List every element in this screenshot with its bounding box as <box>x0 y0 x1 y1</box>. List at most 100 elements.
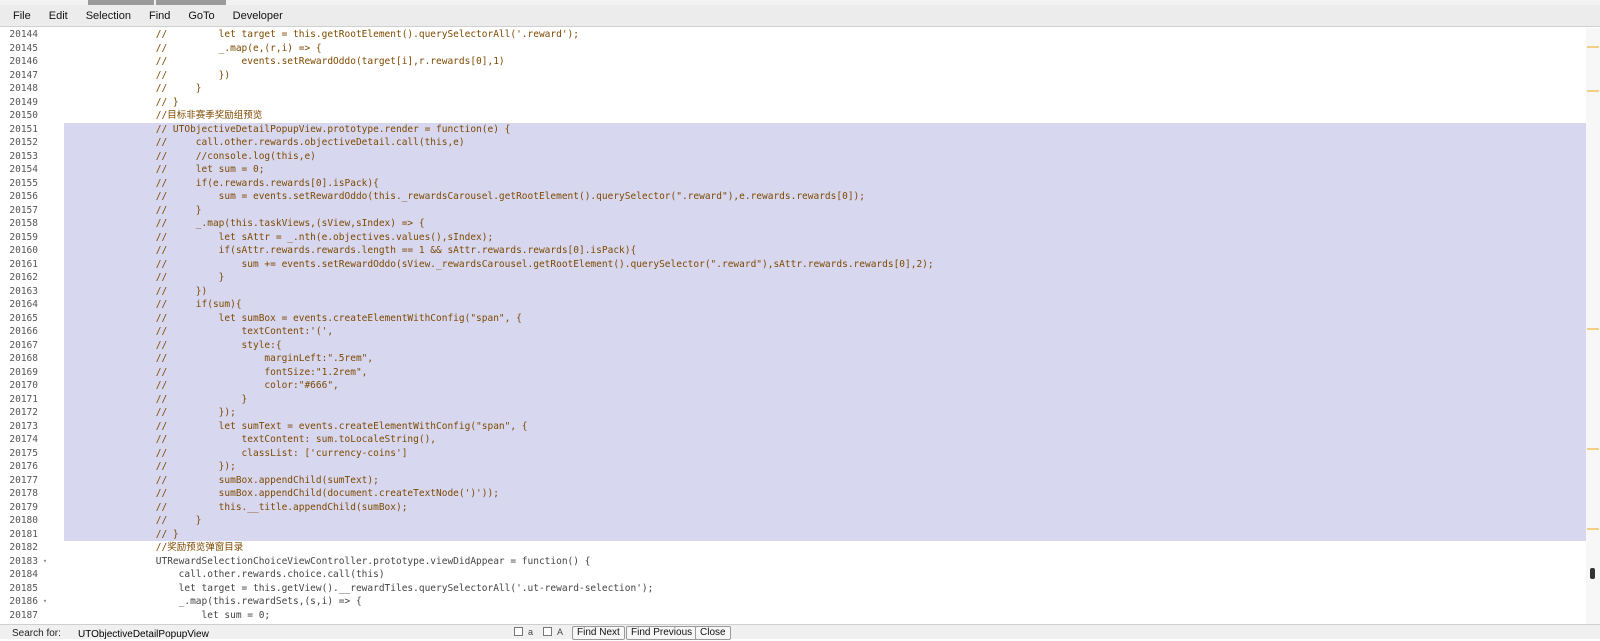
code-editor[interactable]: 20144 // let target = this.getRootElemen… <box>0 28 1586 624</box>
code-line[interactable]: 20165 // let sumBox = events.createEleme… <box>0 311 1586 326</box>
code-line[interactable]: 20169 // fontSize:"1.2rem", <box>0 365 1586 380</box>
code-line[interactable]: 20153 // //console.log(this,e) <box>0 149 1586 164</box>
line-number: 20174 <box>9 434 38 445</box>
vertical-scrollbar[interactable] <box>1586 28 1600 624</box>
code-line[interactable]: 20170 // color:"#666", <box>0 379 1586 393</box>
code-line[interactable]: 20167 // style:{ <box>0 338 1586 353</box>
match-option-checkbox-2[interactable] <box>543 627 552 636</box>
menu-developer[interactable]: Developer <box>224 5 292 27</box>
line-number: 20186 <box>9 596 38 607</box>
menu-selection[interactable]: Selection <box>77 5 140 27</box>
code-line[interactable]: 20185 let target = this.getView().__rewa… <box>0 582 1586 596</box>
code-text: // sum = events.setRewardOddo(this._rewa… <box>110 191 865 202</box>
line-number: 20161 <box>9 258 38 270</box>
code-line[interactable]: 20166 // textContent:'(', <box>0 325 1586 339</box>
code-line[interactable]: 20157 // } <box>0 203 1586 218</box>
code-line[interactable]: 20156 // sum = events.setRewardOddo(this… <box>0 190 1586 204</box>
scroll-marker <box>1587 46 1599 48</box>
code-text: // } <box>110 204 202 216</box>
code-line[interactable]: 20186 ▾ _.map(this.rewardSets,(s,i) => { <box>0 595 1586 609</box>
code-line[interactable]: 20183 ▾ UTRewardSelectionChoiceViewContro… <box>0 555 1586 569</box>
fold-arrow-icon[interactable]: ▾ <box>40 555 50 569</box>
code-line[interactable]: 20171 // } <box>0 392 1586 407</box>
code-line[interactable]: 20179 // this.__title.appendChild(sumBox… <box>0 500 1586 515</box>
line-number: 20151 <box>9 123 38 135</box>
code-line[interactable]: 20184 call.other.rewards.choice.call(thi… <box>0 568 1586 582</box>
code-line[interactable]: 20182 //奖励预览弹窗目录 <box>0 541 1586 555</box>
code-line[interactable]: 20173 // let sumText = events.createElem… <box>0 419 1586 434</box>
code-line[interactable]: 20174 // textContent: sum.toLocaleString… <box>0 433 1586 447</box>
code-text: // UTObjectiveDetailPopupView.prototype.… <box>110 123 511 135</box>
code-line[interactable]: 20187 let sum = 0; <box>0 609 1586 623</box>
code-text: // sumBox.appendChild(sumText); <box>110 474 379 486</box>
line-number: 20184 <box>9 569 38 580</box>
code-line[interactable]: 20158 // _.map(this.taskViews,(sView,sIn… <box>0 217 1586 231</box>
code-text: // this.__title.appendChild(sumBox); <box>110 501 408 513</box>
code-text: //奖励预览弹窗目录 <box>110 542 244 553</box>
code-line[interactable]: 20160 // if(sAttr.rewards.rewards.length… <box>0 244 1586 258</box>
code-line[interactable]: 20151 // UTObjectiveDetailPopupView.prot… <box>0 122 1586 137</box>
code-text: //目标非赛季奖励组预览 <box>110 110 263 121</box>
menu-file[interactable]: File <box>4 5 40 27</box>
line-number: 20156 <box>9 191 38 202</box>
code-text: // } <box>110 96 179 108</box>
line-number: 20179 <box>9 501 38 513</box>
line-number: 20160 <box>9 245 38 256</box>
code-line[interactable]: 20162 // } <box>0 271 1586 285</box>
code-line[interactable]: 20154 // let sum = 0; <box>0 163 1586 177</box>
code-text: // events.setRewardOddo(target[i],r.rewa… <box>110 56 505 67</box>
code-line[interactable]: 20146 // events.setRewardOddo(target[i],… <box>0 55 1586 69</box>
code-text: // _.map(this.taskViews,(sView,sIndex) =… <box>110 218 425 229</box>
scroll-marker <box>1587 90 1599 92</box>
code-line[interactable]: 20144 // let target = this.getRootElemen… <box>0 28 1586 42</box>
menu-bar: File Edit Selection Find GoTo Developer <box>0 5 1600 27</box>
line-number: 20187 <box>9 609 38 621</box>
code-text: // let sum = 0; <box>110 164 265 175</box>
code-text: let sum = 0; <box>110 609 271 621</box>
code-text: // let sAttr = _.nth(e.objectives.values… <box>110 231 494 243</box>
code-line[interactable]: 20177 // sumBox.appendChild(sumText); <box>0 473 1586 488</box>
line-number: 20177 <box>9 474 38 486</box>
line-number: 20150 <box>9 110 38 121</box>
scrollbar-thumb[interactable] <box>1590 568 1595 579</box>
code-line[interactable]: 20178 // sumBox.appendChild(document.cre… <box>0 487 1586 501</box>
fold-arrow-icon[interactable]: ▾ <box>40 595 50 609</box>
code-text: // sum += events.setRewardOddo(sView._re… <box>110 258 934 270</box>
line-number: 20159 <box>9 231 38 243</box>
code-line[interactable]: 20159 // let sAttr = _.nth(e.objectives.… <box>0 230 1586 245</box>
code-text: // //console.log(this,e) <box>110 150 316 162</box>
menu-edit[interactable]: Edit <box>40 5 77 27</box>
code-line[interactable]: 20176 // }); <box>0 460 1586 474</box>
line-number: 20153 <box>9 150 38 162</box>
menu-goto[interactable]: GoTo <box>179 5 223 27</box>
code-line[interactable]: 20150 //目标非赛季奖励组预览 <box>0 109 1586 123</box>
code-line[interactable]: 20168 // marginLeft:".5rem", <box>0 352 1586 366</box>
line-number: 20155 <box>9 177 38 189</box>
line-number: 20145 <box>9 42 38 54</box>
scroll-marker <box>1587 328 1599 330</box>
line-number: 20148 <box>9 83 38 94</box>
code-line[interactable]: 20148 // } <box>0 82 1586 96</box>
find-input[interactable] <box>78 627 498 641</box>
code-line[interactable]: 20164 // if(sum){ <box>0 298 1586 312</box>
code-line[interactable]: 20155 // if(e.rewards.rewards[0].isPack)… <box>0 176 1586 191</box>
menu-find[interactable]: Find <box>140 5 179 27</box>
code-line[interactable]: 20147 // }) <box>0 69 1586 83</box>
code-text: // } <box>110 272 225 283</box>
code-line[interactable]: 20149 // } <box>0 96 1586 110</box>
code-line[interactable]: 20180 // } <box>0 514 1586 528</box>
code-text: let target = this.getView().__rewardTile… <box>110 582 654 594</box>
code-line[interactable]: 20161 // sum += events.setRewardOddo(sVi… <box>0 257 1586 272</box>
match-option-checkbox-1[interactable] <box>514 627 523 636</box>
line-number: 20180 <box>9 515 38 526</box>
code-line[interactable]: 20181 // } <box>0 527 1586 542</box>
code-line[interactable]: 20152 // call.other.rewards.objectiveDet… <box>0 136 1586 150</box>
code-text: // } <box>110 393 248 405</box>
line-number: 20183 <box>9 555 38 567</box>
line-number: 20152 <box>9 137 38 148</box>
scroll-marker <box>1587 528 1599 530</box>
code-line[interactable]: 20175 // classList: ['currency-coins'] <box>0 446 1586 461</box>
code-line[interactable]: 20163 // }) <box>0 284 1586 299</box>
code-line[interactable]: 20145 // _.map(e,(r,i) => { <box>0 42 1586 56</box>
code-line[interactable]: 20172 // }); <box>0 406 1586 420</box>
